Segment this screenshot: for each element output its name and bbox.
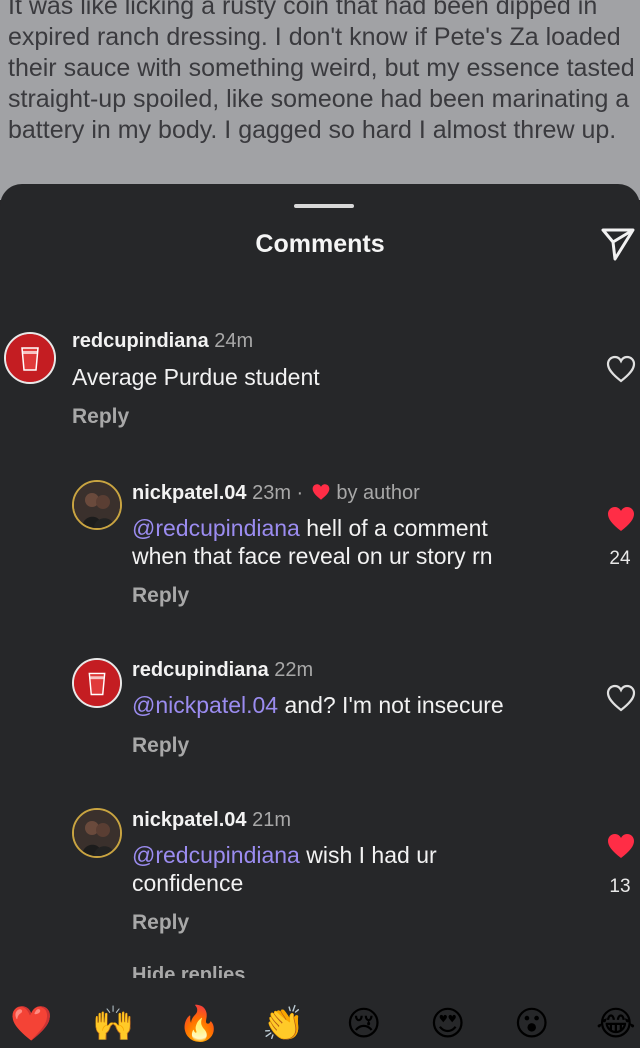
reply-button[interactable]: Reply bbox=[72, 405, 129, 429]
username[interactable]: nickpatel.04 bbox=[132, 809, 247, 831]
heart-filled-icon[interactable] bbox=[606, 505, 636, 533]
mention-link[interactable]: @nickpatel.04 bbox=[132, 692, 278, 718]
username[interactable]: redcupindiana bbox=[72, 330, 209, 352]
comment-body: @redcupindiana wish I had ur confidence bbox=[132, 841, 437, 897]
profile-photo-icon bbox=[74, 482, 120, 528]
comment-body: Average Purdue student bbox=[72, 364, 320, 390]
reply-button[interactable]: Reply bbox=[132, 734, 189, 758]
comment-text-line: confidence bbox=[132, 870, 244, 896]
heart-filled-icon bbox=[312, 484, 330, 500]
timestamp: 24m bbox=[214, 330, 254, 352]
sheet-grabber[interactable] bbox=[294, 204, 354, 208]
mention-link[interactable]: @redcupindiana bbox=[132, 842, 300, 868]
sheet-title: Comments bbox=[255, 230, 385, 258]
mention-link[interactable]: @redcupindiana bbox=[132, 515, 300, 541]
avatar[interactable] bbox=[72, 480, 122, 530]
fire-emoji-icon[interactable]: 🔥 bbox=[178, 1004, 220, 1044]
comment-meta: redcupindiana 24m bbox=[72, 330, 253, 353]
comment-text: and? I'm not insecure bbox=[284, 692, 504, 718]
username[interactable]: nickpatel.04 bbox=[132, 482, 247, 504]
comment-body: @nickpatel.04 and? I'm not insecure bbox=[132, 691, 504, 719]
comment-text-line: when that face reveal on ur story rn bbox=[132, 543, 493, 569]
clapping-hands-emoji-icon[interactable]: 👏 bbox=[262, 1004, 304, 1044]
hide-replies-button[interactable]: Hide replies bbox=[132, 964, 245, 978]
by-author-label: by author bbox=[336, 482, 420, 504]
comment-meta: nickpatel.04 23m · by author bbox=[132, 482, 420, 505]
comment-meta: redcupindiana 22m bbox=[132, 659, 313, 682]
raising-hands-emoji-icon[interactable]: 🙌 bbox=[92, 1004, 134, 1044]
timestamp: 21m bbox=[252, 809, 291, 831]
separator-dot: · bbox=[296, 482, 304, 504]
red-cup-logo-icon bbox=[6, 334, 54, 382]
heart-eyes-emoji-icon[interactable]: 😍 bbox=[430, 1004, 465, 1044]
like-count: 24 bbox=[609, 548, 631, 569]
comment-text-line: hell of a comment bbox=[306, 515, 488, 541]
comments-sheet: Comments bbox=[0, 184, 640, 1048]
story-background: It was like licking a rusty coin that ha… bbox=[0, 0, 640, 200]
send-icon[interactable] bbox=[600, 226, 636, 262]
comment-meta: nickpatel.04 21m bbox=[132, 809, 291, 832]
comment-text-line: wish I had ur bbox=[306, 842, 437, 868]
crying-face-emoji-icon[interactable]: 😢 bbox=[346, 1004, 381, 1044]
reply-button[interactable]: Reply bbox=[132, 584, 189, 608]
timestamp: 23m bbox=[252, 482, 291, 504]
heart-filled-icon[interactable] bbox=[606, 832, 636, 860]
heart-outline-icon[interactable] bbox=[606, 355, 636, 383]
red-cup-logo-icon bbox=[74, 660, 120, 706]
comment-body: @redcupindiana hell of a comment when th… bbox=[132, 514, 493, 570]
heart-outline-icon[interactable] bbox=[606, 684, 636, 712]
tears-of-joy-emoji-icon[interactable]: 😂 bbox=[596, 1004, 636, 1044]
reply-button[interactable]: Reply bbox=[132, 911, 189, 935]
username[interactable]: redcupindiana bbox=[132, 659, 269, 681]
avatar[interactable] bbox=[72, 658, 122, 708]
story-text: It was like licking a rusty coin that ha… bbox=[8, 0, 635, 144]
surprised-face-emoji-icon[interactable]: 😮 bbox=[514, 1004, 549, 1044]
avatar[interactable] bbox=[72, 808, 122, 858]
profile-photo-icon bbox=[74, 810, 120, 856]
avatar[interactable] bbox=[4, 332, 56, 384]
timestamp: 22m bbox=[274, 659, 314, 681]
like-count: 13 bbox=[609, 876, 631, 897]
red-heart-emoji-icon[interactable]: ❤️ bbox=[10, 1004, 52, 1044]
